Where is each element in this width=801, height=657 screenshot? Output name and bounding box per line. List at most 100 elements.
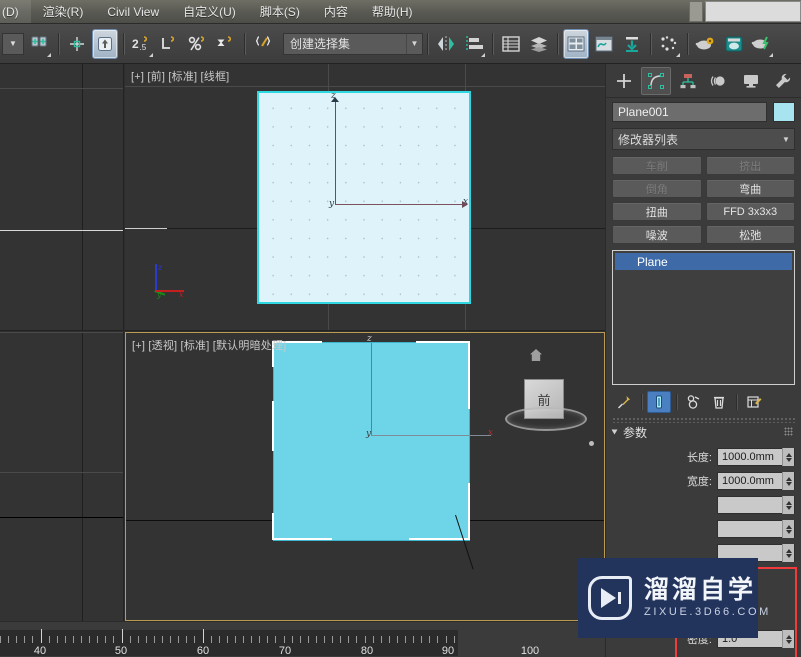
modifier-button-set: 车削 挤出 倒角 弯曲 扭曲 FFD 3x3x3 噪波 松弛 — [612, 156, 795, 244]
transform-gizmo-front[interactable]: z y x — [125, 64, 605, 330]
menu-civil-view[interactable]: Civil View — [95, 0, 171, 23]
spinner-down-icon[interactable] — [785, 457, 792, 462]
undo-dropdown-icon[interactable]: ▼ — [2, 32, 24, 55]
spinner-down-icon[interactable] — [785, 481, 792, 486]
show-end-result-icon[interactable] — [647, 391, 671, 413]
spinner-down-icon[interactable] — [785, 553, 792, 558]
viewport-perspective-label[interactable]: [+] [透视] [标准] [默认明暗处理] — [132, 337, 286, 353]
named-selection-sets-icon[interactable] — [250, 29, 276, 59]
spinner-up-icon[interactable] — [785, 476, 792, 481]
spinner-up-icon[interactable] — [785, 500, 792, 505]
transform-gizmo-perspective[interactable]: z y x — [126, 333, 604, 620]
tab-display[interactable] — [736, 67, 766, 95]
chevron-down-icon[interactable]: ▼ — [406, 33, 422, 54]
object-name-input[interactable]: Plane001 — [612, 102, 767, 122]
param-width-input[interactable]: 1000.0mm — [717, 472, 795, 490]
spinner-down-icon[interactable] — [785, 505, 792, 510]
modifier-bevel-button[interactable]: 倒角 — [612, 179, 702, 198]
menu-toolbar-slot[interactable] — [689, 1, 703, 22]
command-panel-tabs — [606, 64, 801, 98]
select-and-link-icon[interactable] — [27, 29, 53, 59]
spinner-up-icon[interactable] — [785, 524, 792, 529]
configure-modifier-sets-icon[interactable] — [742, 391, 766, 413]
select-and-move-icon[interactable] — [92, 28, 118, 59]
menu-edit[interactable]: (D) — [0, 0, 31, 23]
modifier-stack[interactable]: Plane — [612, 250, 795, 385]
svg-text:.5: .5 — [140, 43, 147, 52]
spinner-up-icon[interactable] — [785, 452, 792, 457]
render-production-icon[interactable] — [749, 29, 775, 59]
modifier-extrude-button[interactable]: 挤出 — [705, 156, 795, 175]
menu-content[interactable]: 内容 — [312, 0, 360, 23]
menu-help[interactable]: 帮助(H) — [360, 0, 425, 23]
param-width-segs-spinner[interactable] — [782, 520, 794, 538]
viewport-front[interactable]: z y x z y x [+] [前] [标准] [线框] — [125, 64, 605, 331]
chevron-down-icon[interactable] — [611, 429, 618, 435]
remove-modifier-icon[interactable] — [707, 391, 731, 413]
chevron-down-icon[interactable]: ▼ — [778, 135, 794, 144]
param-length-segs-spinner[interactable] — [782, 496, 794, 514]
modifier-twist-button[interactable]: 扭曲 — [612, 202, 702, 221]
param-length-input[interactable]: 1000.0mm — [717, 448, 795, 466]
material-editor-icon[interactable] — [693, 29, 719, 59]
tab-utilities[interactable] — [768, 67, 798, 95]
tab-create[interactable] — [609, 67, 639, 95]
render-setup-icon[interactable] — [721, 29, 747, 59]
snap-toggle-icon[interactable]: 2 .5 — [129, 29, 155, 59]
param-width-segs-input[interactable] — [717, 520, 795, 538]
view-cube-compass-ring[interactable] — [505, 407, 587, 431]
tab-hierarchy[interactable] — [673, 67, 703, 95]
angle-snap-toggle-icon[interactable] — [157, 29, 183, 59]
tab-motion[interactable] — [704, 67, 734, 95]
pin-stack-icon[interactable] — [612, 391, 636, 413]
viewport-front-label[interactable]: [+] [前] [标准] [线框] — [131, 68, 229, 84]
percent-snap-toggle-icon[interactable] — [185, 29, 211, 59]
timeline-tick — [16, 636, 18, 643]
spinner-snap-toggle-icon[interactable] — [213, 29, 239, 59]
menu-customize[interactable]: 自定义(U) — [171, 0, 248, 23]
modifier-relax-button[interactable]: 松弛 — [705, 225, 795, 244]
curve-editor-icon[interactable] — [591, 29, 617, 59]
align-icon[interactable] — [461, 29, 487, 59]
mirror-icon[interactable] — [433, 29, 459, 59]
layer-explorer-icon[interactable] — [498, 29, 524, 59]
tab-modify[interactable] — [640, 66, 671, 95]
stack-item-plane[interactable]: Plane — [615, 253, 792, 270]
viewport-perspective[interactable]: z y x 前 [+] [透视] [标准] [默认明暗处理] — [125, 332, 605, 621]
param-width-spinner[interactable] — [782, 472, 794, 490]
timeline-tick — [129, 636, 131, 643]
modifier-lathe-button[interactable]: 车削 — [612, 156, 702, 175]
viewport-bottom-left[interactable] — [0, 332, 124, 621]
menu-render[interactable]: 渲染(R) — [31, 0, 96, 23]
spinner-down-icon[interactable] — [785, 529, 792, 534]
object-color-swatch[interactable] — [773, 102, 795, 122]
modifier-noise-button[interactable]: 噪波 — [612, 225, 702, 244]
view-cube-dot-icon[interactable] — [589, 441, 594, 446]
menu-scripting[interactable]: 脚本(S) — [248, 0, 312, 23]
view-cube[interactable]: 前 — [505, 349, 594, 446]
named-selection-set-combo[interactable]: 创建选择集 ▼ — [283, 32, 423, 55]
modifier-list-dropdown[interactable]: 修改器列表 ▼ — [612, 128, 795, 150]
spinner-down-icon[interactable] — [785, 639, 792, 644]
timeline-tick — [445, 636, 447, 643]
parameters-rollout-header[interactable]: 参数 — [611, 423, 795, 441]
timeline-tick — [145, 636, 147, 643]
particle-flow-icon[interactable] — [656, 29, 682, 59]
param-render-segs-spinner[interactable] — [782, 544, 794, 562]
ribbon-icon[interactable] — [563, 28, 589, 59]
param-density-spinner[interactable] — [782, 630, 794, 648]
param-length-segs-row — [612, 495, 795, 515]
param-length-segs-input[interactable] — [717, 496, 795, 514]
schematic-view-icon[interactable] — [619, 29, 645, 59]
layers-icon[interactable] — [526, 29, 552, 59]
spinner-up-icon[interactable] — [785, 634, 792, 639]
modifier-bend-button[interactable]: 弯曲 — [705, 179, 795, 198]
spinner-up-icon[interactable] — [785, 548, 792, 553]
quick-search-field[interactable] — [705, 1, 801, 22]
timeline-tick — [105, 636, 107, 643]
viewport-top-left[interactable] — [0, 64, 124, 331]
modifier-ffd-button[interactable]: FFD 3x3x3 — [705, 202, 795, 221]
param-length-spinner[interactable] — [782, 448, 794, 466]
select-object-icon[interactable] — [64, 29, 90, 59]
make-unique-icon[interactable] — [682, 391, 706, 413]
